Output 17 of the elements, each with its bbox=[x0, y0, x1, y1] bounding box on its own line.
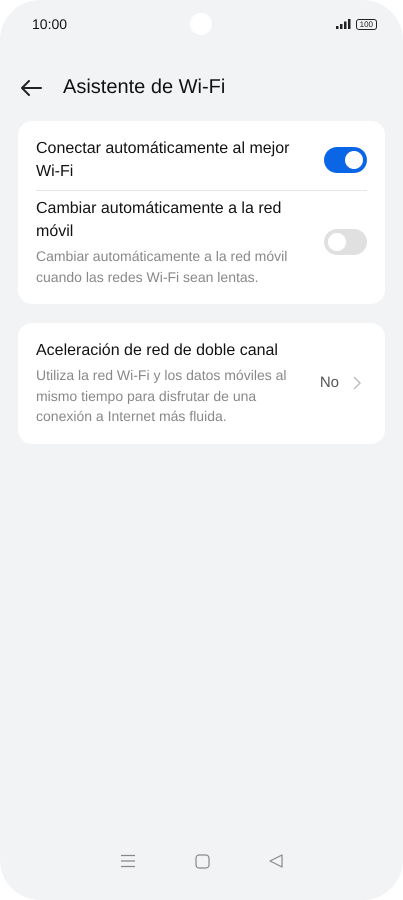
setting-description: Utiliza la red Wi-Fi y los datos móviles al mismo tiempo para disfrutar de una conexión a Internet más fluida. bbox=[36, 366, 288, 426]
setting-title: Cambiar automáticamente a la red móvil bbox=[36, 199, 282, 242]
back-triangle-icon[interactable] bbox=[269, 854, 284, 868]
battery-indicator: 100 bbox=[356, 18, 377, 30]
page-title: Asistente de Wi-Fi bbox=[63, 76, 226, 99]
signal-icon bbox=[336, 19, 351, 29]
toggle-switch[interactable] bbox=[324, 147, 367, 173]
setting-title: Conectar automáticamente al mejor Wi-Fi bbox=[36, 139, 290, 182]
home-icon[interactable] bbox=[194, 854, 210, 868]
toggle-switch[interactable] bbox=[324, 229, 367, 255]
status-time: 10:00 bbox=[32, 16, 68, 32]
setting-title: Aceleración de red de doble canal bbox=[36, 341, 279, 361]
menu-icon[interactable] bbox=[120, 854, 136, 868]
setting-description: Cambiar automáticamente a la red móvil cuando las redes Wi-Fi sean lentas. bbox=[36, 247, 288, 286]
back-button[interactable] bbox=[20, 80, 42, 96]
chevron-right-icon[interactable] bbox=[353, 376, 361, 390]
setting-value: No bbox=[320, 374, 339, 392]
